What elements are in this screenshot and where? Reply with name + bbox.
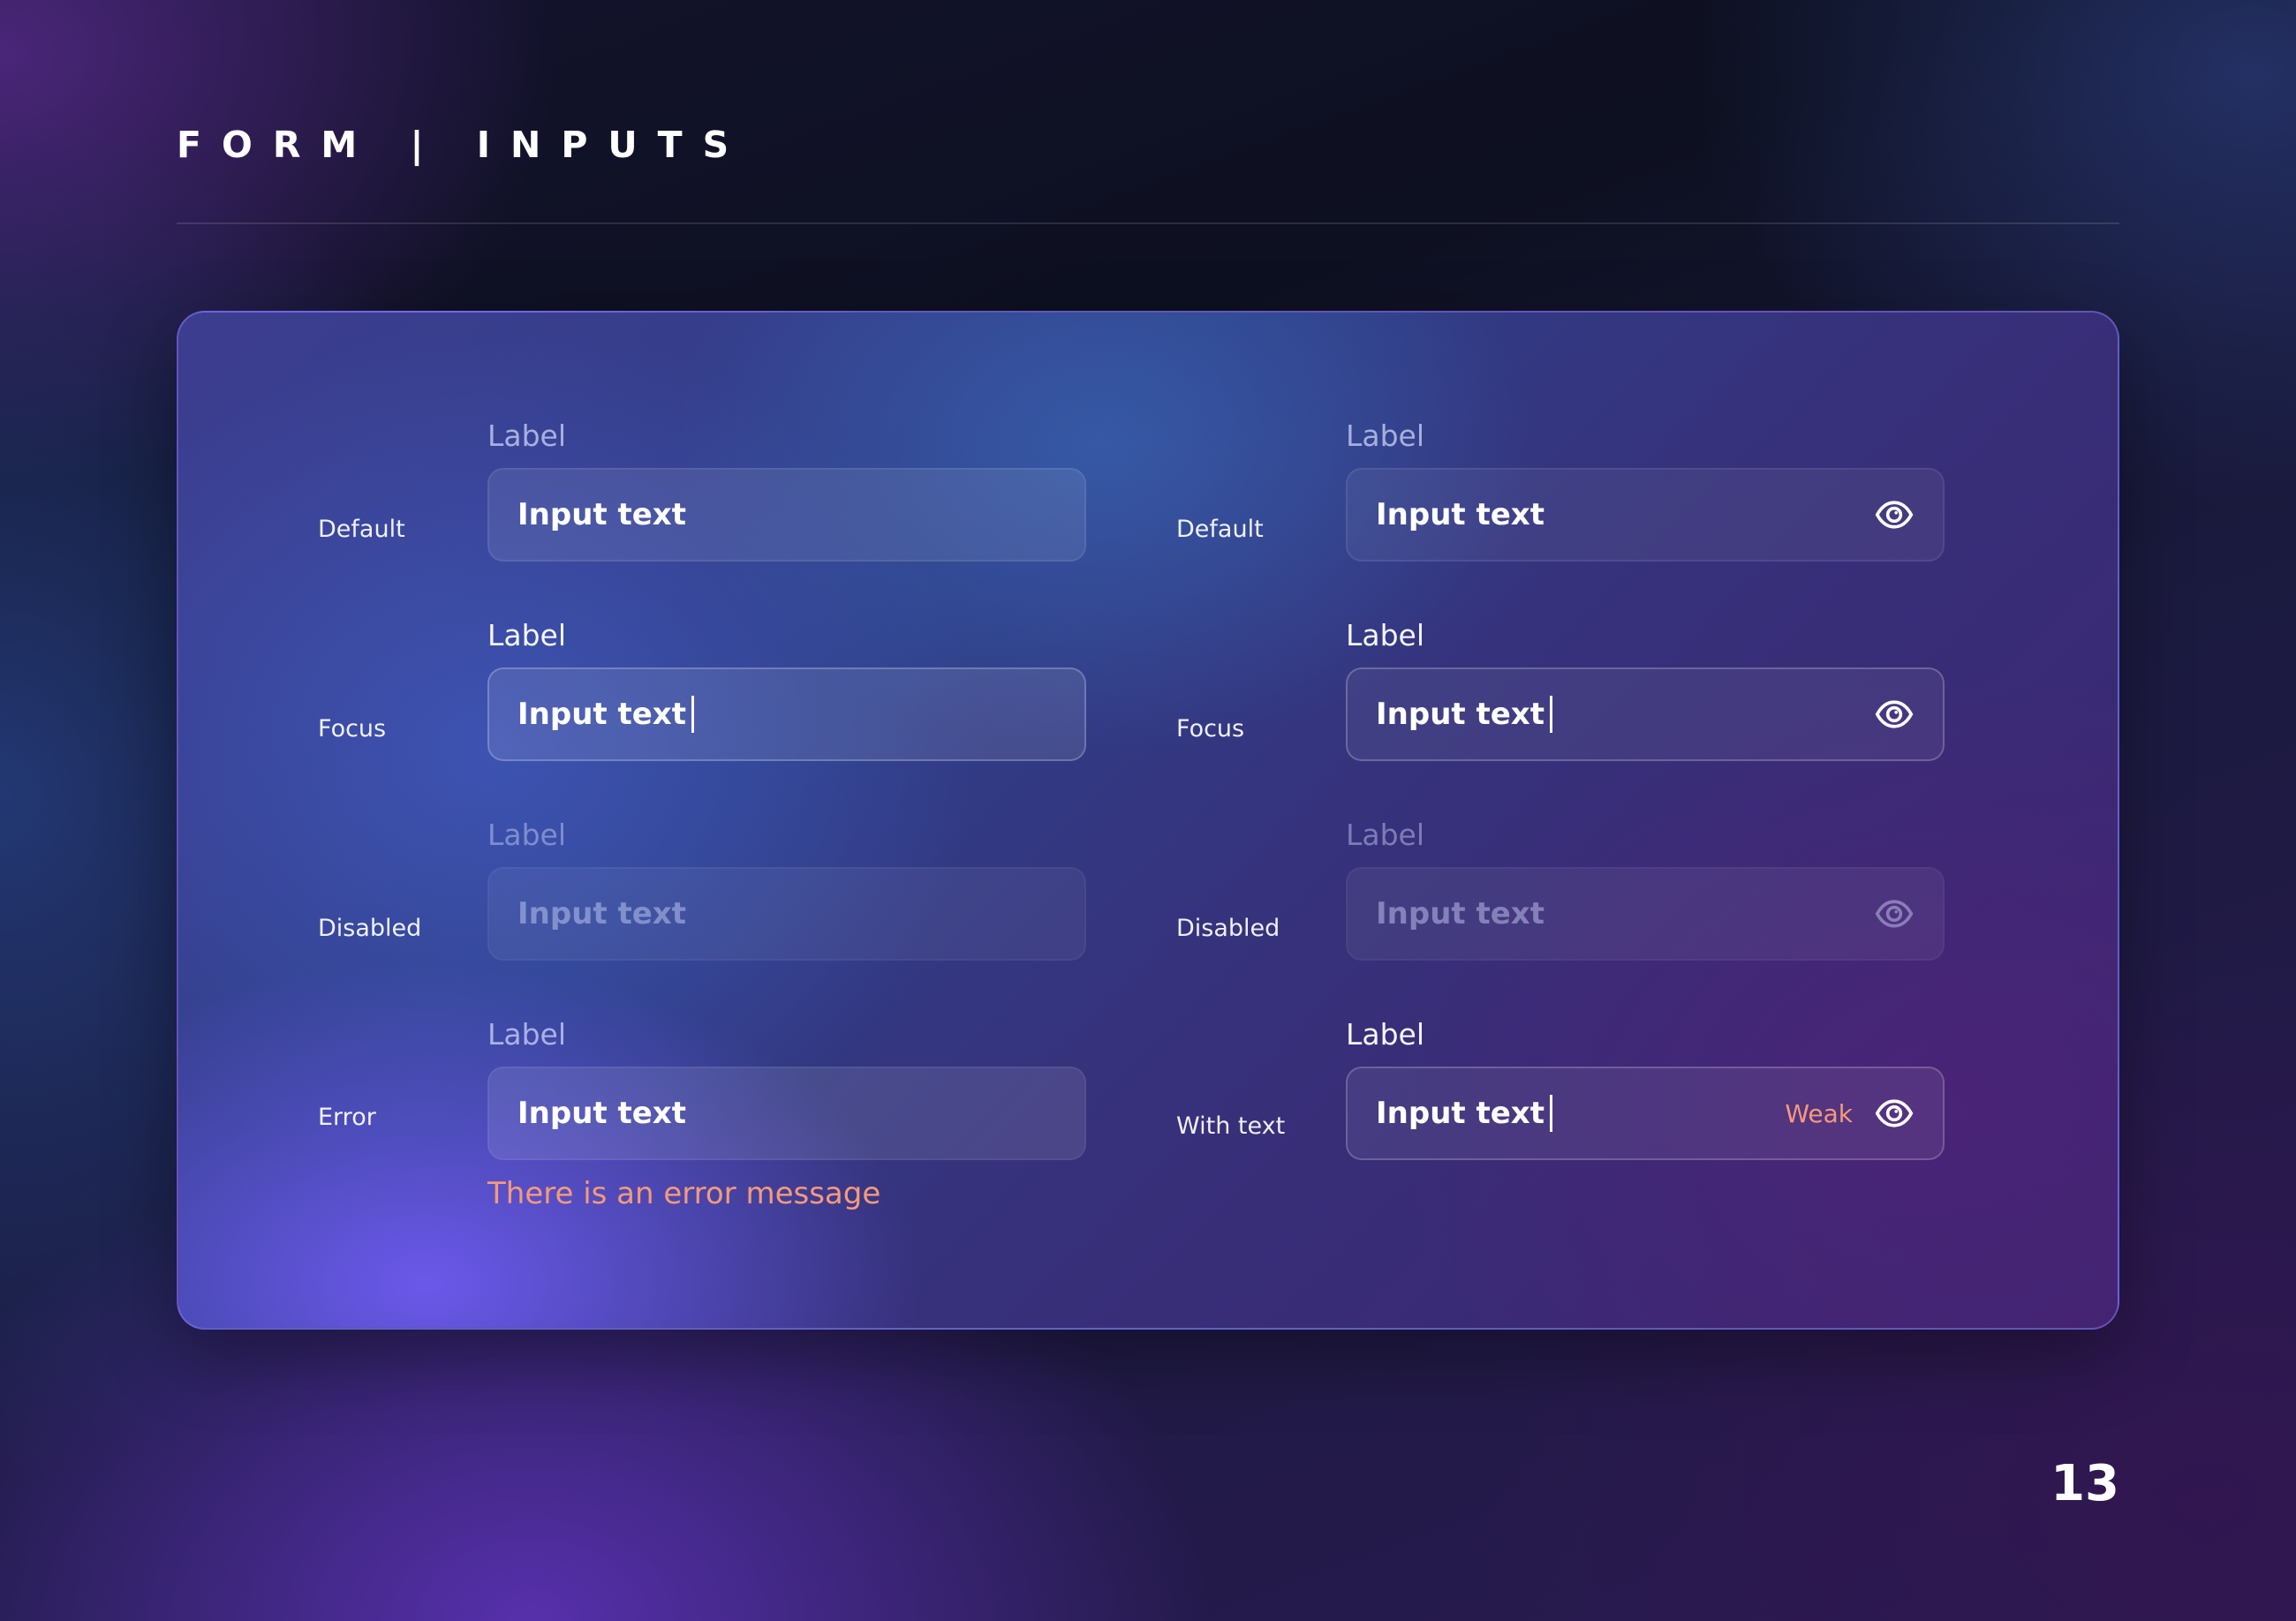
password-input-focus[interactable]: Input text (1346, 667, 1945, 761)
text-caret (1549, 696, 1552, 733)
page-title: FORM | INPUTS (177, 124, 750, 166)
input-value: Input text (517, 1096, 686, 1131)
input-value: Input text (1376, 1096, 1545, 1131)
eye-icon[interactable] (1874, 694, 1915, 735)
input-value: Input text (517, 497, 686, 532)
field-label: Label (487, 618, 567, 652)
field-label: Label (1346, 818, 1425, 852)
field-label: Label (1346, 618, 1425, 652)
password-input-default[interactable]: Input text (1346, 468, 1945, 562)
text-input-default[interactable]: Input text (487, 468, 1086, 562)
row-error: Error Label Input text There is an error… (178, 1017, 2118, 1247)
field-label: Label (1346, 418, 1425, 453)
error-message: There is an error message (487, 1176, 881, 1211)
input-value: Input text (517, 896, 686, 931)
text-input-error[interactable]: Input text (487, 1067, 1086, 1160)
state-label-focus: Focus (318, 715, 387, 743)
text-input-focus[interactable]: Input text (487, 667, 1086, 761)
text-caret (1549, 1095, 1552, 1132)
field-label: Label (487, 818, 567, 852)
row-focus: Focus Label Input text Focus Label Input… (178, 618, 2118, 795)
input-value: Input text (1376, 896, 1545, 931)
eye-icon[interactable] (1874, 494, 1915, 535)
title-divider (177, 222, 2119, 224)
text-caret (691, 696, 694, 733)
input-value: Input text (1376, 697, 1545, 732)
field-label: Label (1346, 1017, 1425, 1052)
password-input-disabled: Input text (1346, 867, 1945, 961)
password-strength-label: Weak (1785, 1098, 1853, 1128)
eye-icon[interactable] (1874, 1093, 1915, 1134)
row-disabled: Disabled Label Input text Disabled Label… (178, 818, 2118, 994)
state-label-default: Default (318, 516, 405, 543)
input-value: Input text (517, 697, 686, 732)
text-input-disabled: Input text (487, 867, 1086, 961)
state-label-with-text: With text (1176, 1112, 1286, 1140)
password-input-with-text[interactable]: Input text Weak (1346, 1067, 1945, 1160)
state-label-error: Error (318, 1104, 376, 1131)
page-number: 13 (2051, 1455, 2119, 1512)
state-label-disabled: Disabled (318, 915, 422, 942)
state-label-disabled: Disabled (1176, 915, 1280, 942)
field-label: Label (487, 418, 567, 453)
input-value: Input text (1376, 497, 1545, 532)
state-label-default: Default (1176, 516, 1264, 543)
field-label: Label (487, 1017, 567, 1052)
state-label-focus: Focus (1176, 715, 1245, 743)
inputs-card: Default Label Input text Default Label I… (177, 311, 2119, 1330)
eye-icon (1874, 893, 1915, 934)
row-default: Default Label Input text Default Label I… (178, 418, 2118, 595)
